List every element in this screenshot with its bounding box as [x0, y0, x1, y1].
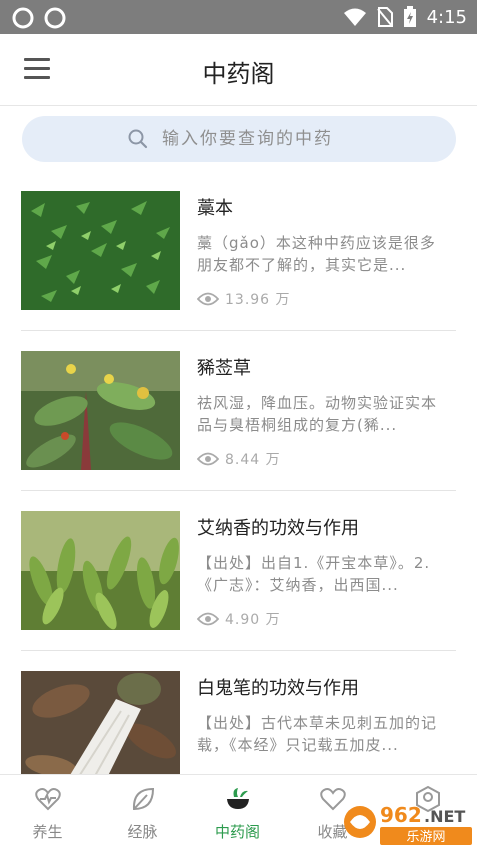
divider	[21, 650, 456, 651]
vpn-icon	[44, 7, 66, 29]
herb-name: 豨莶草	[197, 358, 251, 379]
eye-icon	[197, 292, 219, 306]
no-sim-icon	[376, 7, 393, 27]
herb-name: 藁本	[197, 198, 233, 219]
search-bar[interactable]	[22, 116, 456, 162]
app-bar: 中药阁	[0, 34, 477, 106]
tab-label: 经脉	[127, 823, 158, 841]
list-item[interactable]: 艾纳香的功效与作用 【出处】出自1.《开宝本草》。2.《广志》：艾纳香，出西国.…	[0, 496, 477, 656]
tab-jingmai[interactable]: 经脉	[95, 775, 190, 848]
svg-text:962: 962	[380, 803, 422, 827]
view-count: 13.96 万	[197, 289, 291, 309]
herb-bowl-icon	[227, 788, 249, 809]
search-icon	[128, 129, 148, 149]
tab-zhongyaoge[interactable]: 中药阁	[190, 775, 285, 848]
vpn-icon	[12, 7, 34, 29]
view-count-value: 13.96 万	[225, 292, 291, 308]
herb-name: 艾纳香的功效与作用	[197, 518, 359, 539]
search-input[interactable]	[162, 124, 422, 154]
view-count-value: 8.44 万	[225, 452, 281, 468]
tab-yangsheng[interactable]: 养生	[0, 775, 95, 848]
tab-label: 中药阁	[214, 823, 260, 841]
eye-icon	[197, 452, 219, 466]
svg-text:乐游网: 乐游网	[406, 830, 445, 845]
view-count: 4.90 万	[197, 609, 281, 629]
herb-thumbnail	[21, 511, 180, 630]
herb-name: 白鬼笔的功效与作用	[197, 678, 359, 699]
wifi-icon	[343, 8, 366, 26]
herb-description: 【出处】出自1.《开宝本草》。2.《广志》：艾纳香，出西国...	[197, 554, 431, 594]
page-title: 中药阁	[202, 60, 275, 88]
herb-thumbnail	[21, 671, 180, 790]
watermark-logo: 962 .NET 乐游网	[340, 800, 477, 848]
status-time: 4:15	[426, 6, 467, 28]
divider	[21, 330, 456, 331]
tab-label: 养生	[32, 823, 63, 841]
svg-text:.NET: .NET	[424, 807, 465, 826]
herb-thumbnail	[21, 351, 180, 470]
divider	[21, 490, 456, 491]
eye-icon	[197, 612, 219, 626]
herb-description: 【出处】古代本草未见刺五加的记载，《本经》只记载五加皮...	[197, 714, 438, 754]
herb-description: 祛风湿，降血压。动物实验证实本品与臭梧桐组成的复方(豨...	[197, 394, 438, 434]
herb-description: 藁（gǎo）本这种中药应该是很多朋友都不了解的，其实它是...	[197, 234, 436, 274]
leaf-icon	[132, 787, 155, 811]
herb-thumbnail	[21, 191, 180, 310]
battery-charging-icon	[403, 6, 416, 27]
status-bar: 4:15	[0, 0, 477, 34]
heart-pulse-icon	[35, 788, 61, 811]
view-count-value: 4.90 万	[225, 612, 281, 628]
list-item[interactable]: 藁本 藁（gǎo）本这种中药应该是很多朋友都不了解的，其实它是... 13.96…	[0, 176, 477, 336]
list-item[interactable]: 豨莶草 祛风湿，降血压。动物实验证实本品与臭梧桐组成的复方(豨... 8.44 …	[0, 336, 477, 496]
view-count: 8.44 万	[197, 449, 281, 469]
